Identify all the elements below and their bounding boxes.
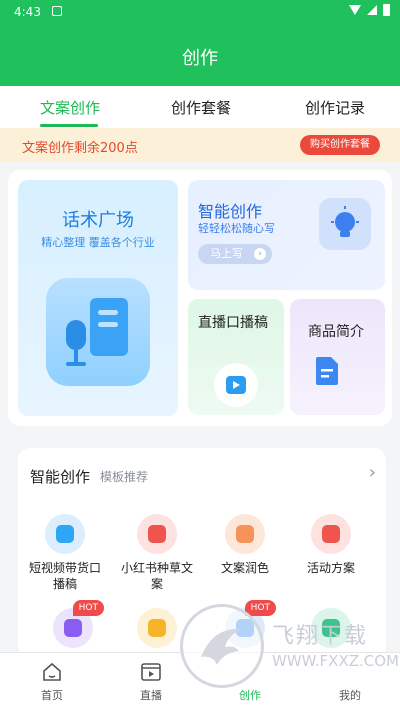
pen-icon: [137, 608, 177, 648]
hot-badge: HOT: [72, 600, 104, 616]
live-script-card[interactable]: 直播口播稿: [188, 299, 284, 415]
smart-creation-card[interactable]: 智能创作 轻轻松松随心写 马上写 ›: [188, 180, 385, 290]
status-time: 4:43: [14, 5, 41, 19]
video-play-icon: [45, 514, 85, 554]
write-now-button[interactable]: 马上写 ›: [198, 244, 272, 264]
tab-copywriting[interactable]: 文案创作: [40, 97, 100, 118]
tab-packages[interactable]: 创作套餐: [171, 97, 231, 118]
quota-notice: 文案创作剩余200点 购买创作套餐: [0, 128, 400, 162]
nav-home[interactable]: 首页: [12, 661, 92, 703]
live-video-icon: [214, 363, 258, 407]
nav-live-label: 直播: [140, 689, 162, 702]
watermark-url: WWW.FXXZ.COM: [272, 652, 399, 670]
chevron-right-icon[interactable]: ›: [369, 462, 376, 483]
script-square-subtitle: 精心整理 覆盖各个行业: [41, 236, 155, 249]
heart-book-icon: [137, 514, 177, 554]
system-icons: [349, 4, 390, 16]
wifi-icon: [349, 5, 361, 15]
tool-camera[interactable]: HOT: [28, 600, 118, 648]
notification-icon: [52, 6, 62, 16]
lightbulb-icon: [319, 198, 371, 250]
tool-label: 短视频带货口播稿: [28, 561, 101, 591]
quota-text: 文案创作剩余200点: [22, 141, 138, 156]
tool-event-plan[interactable]: 活动方案: [286, 514, 376, 576]
script-square-card[interactable]: 话术广场 精心整理 覆盖各个行业: [18, 180, 178, 416]
product-intro-card[interactable]: 商品简介: [290, 299, 385, 415]
write-now-label: 马上写: [210, 247, 243, 260]
smart-creation-title: 智能创作: [198, 202, 263, 221]
microphone-document-icon: [46, 278, 150, 386]
nav-home-label: 首页: [41, 689, 63, 702]
section-subtitle: 模板推荐: [100, 470, 149, 484]
watermark-logo: [180, 604, 264, 688]
watermark: 飞翔下载 WWW.FXXZ.COM: [180, 604, 400, 694]
section-title: 智能创作: [30, 468, 91, 486]
live-script-title: 直播口播稿: [198, 315, 268, 331]
battery-icon: [383, 4, 390, 16]
tool-xiaohongshu[interactable]: 小红书种草文案: [112, 514, 202, 592]
script-square-title: 话术广场: [62, 210, 134, 231]
tool-label: 文案润色: [220, 561, 269, 575]
tab-bar: 文案创作 创作套餐 创作记录: [0, 86, 400, 128]
status-bar: 4:43: [0, 0, 400, 24]
arrow-right-icon: ›: [254, 248, 266, 260]
document-icon: [316, 357, 338, 385]
tool-short-video[interactable]: 短视频带货口播稿: [20, 514, 110, 592]
home-icon: [41, 661, 63, 683]
buy-package-button[interactable]: 购买创作套餐: [300, 135, 380, 155]
tool-label: 小红书种草文案: [120, 561, 193, 591]
live-icon: [140, 661, 162, 683]
tool-polish[interactable]: 文案润色: [200, 514, 290, 576]
app-bar: 创作: [0, 24, 400, 86]
product-intro-title: 商品简介: [308, 324, 364, 340]
tab-indicator: [40, 124, 98, 127]
palette-icon: [225, 514, 265, 554]
tool-label: 活动方案: [306, 561, 355, 575]
smart-creation-subtitle: 轻轻松松随心写: [198, 222, 275, 235]
nav-live[interactable]: 直播: [111, 661, 191, 703]
watermark-text: 飞翔下载: [272, 624, 369, 649]
gift-icon: [311, 514, 351, 554]
page-title: 创作: [182, 48, 218, 69]
signal-icon: [367, 5, 377, 15]
tab-records[interactable]: 创作记录: [305, 97, 365, 118]
